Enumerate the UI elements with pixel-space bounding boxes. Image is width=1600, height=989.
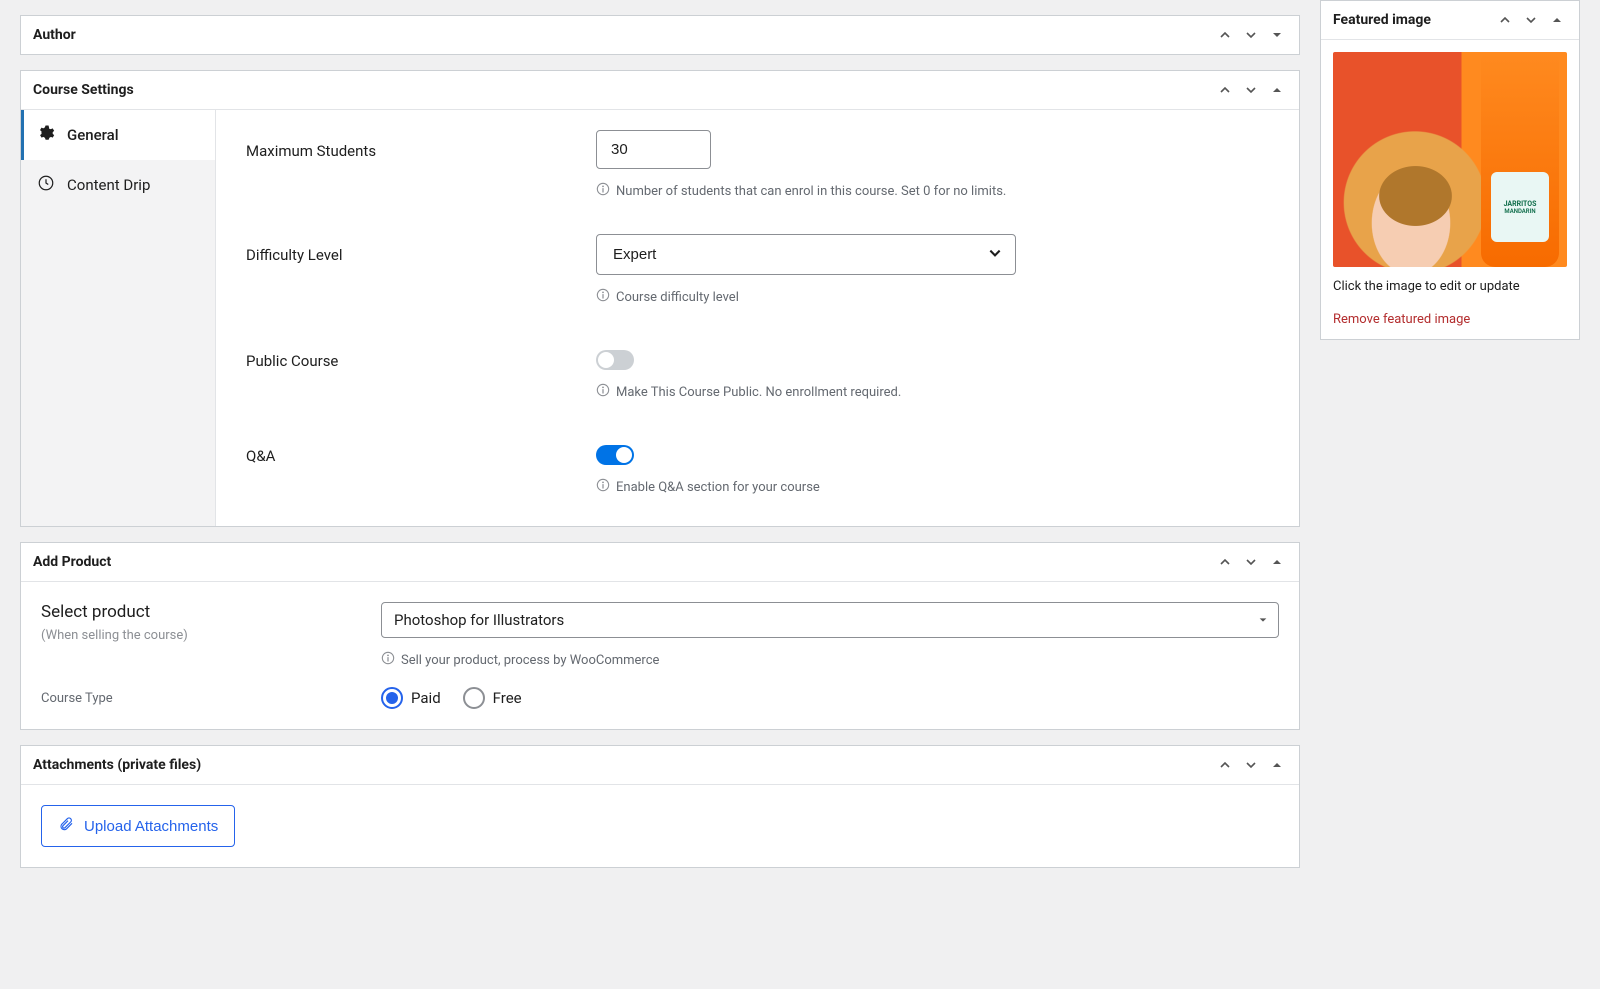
upload-attachments-button[interactable]: Upload Attachments: [41, 805, 235, 847]
toggle-panel-icon[interactable]: [1267, 755, 1287, 775]
info-icon: [596, 383, 610, 401]
move-up-icon[interactable]: [1495, 10, 1515, 30]
difficulty-select[interactable]: Expert: [596, 234, 1016, 275]
clock-icon: [37, 174, 55, 196]
featured-image-panel: Featured image JARRI: [1320, 0, 1580, 340]
field-label: Maximum Students: [246, 130, 566, 160]
settings-tabs: General Content Drip: [21, 110, 216, 526]
move-up-icon[interactable]: [1215, 25, 1235, 45]
move-down-icon[interactable]: [1241, 25, 1261, 45]
caret-down-icon: [1258, 611, 1268, 629]
qa-toggle[interactable]: [596, 445, 634, 465]
select-product-label: Select product: [41, 602, 371, 622]
move-up-icon[interactable]: [1215, 552, 1235, 572]
move-down-icon[interactable]: [1241, 755, 1261, 775]
tab-label: Content Drip: [67, 176, 150, 194]
field-public-course: Public Course Make This Course Public. N…: [246, 340, 1269, 401]
info-icon: [596, 288, 610, 306]
move-down-icon[interactable]: [1521, 10, 1541, 30]
author-panel: Author: [20, 15, 1300, 55]
field-qa: Q&A Enable Q&A section for your course: [246, 435, 1269, 496]
move-up-icon[interactable]: [1215, 755, 1235, 775]
max-students-input[interactable]: [596, 130, 711, 169]
tab-content-drip[interactable]: Content Drip: [21, 160, 215, 210]
course-settings-panel: Course Settings: [20, 70, 1300, 527]
attachments-panel: Attachments (private files): [20, 745, 1300, 868]
help-text: Number of students that can enrol in thi…: [596, 182, 1269, 200]
field-label: Difficulty Level: [246, 234, 566, 264]
panel-controls: [1215, 25, 1287, 45]
gear-icon: [37, 124, 55, 146]
product-select[interactable]: Photoshop for Illustrators: [381, 602, 1279, 638]
help-text: Make This Course Public. No enrollment r…: [596, 383, 1269, 401]
course-type-label: Course Type: [41, 691, 371, 706]
info-icon: [596, 478, 610, 496]
move-down-icon[interactable]: [1241, 80, 1261, 100]
course-settings-title: Course Settings: [33, 82, 134, 98]
move-up-icon[interactable]: [1215, 80, 1235, 100]
featured-image-title: Featured image: [1333, 12, 1431, 28]
field-label: Public Course: [246, 340, 566, 370]
paperclip-icon: [58, 816, 74, 836]
radio-free[interactable]: Free: [463, 687, 522, 709]
help-text: Enable Q&A section for your course: [596, 478, 1269, 496]
help-text: Course difficulty level: [596, 288, 1269, 306]
field-max-students: Maximum Students Number of students that…: [246, 130, 1269, 200]
author-panel-title: Author: [33, 27, 76, 43]
public-course-toggle[interactable]: [596, 350, 634, 370]
panel-controls: [1215, 552, 1287, 572]
field-label: Q&A: [246, 435, 566, 465]
toggle-panel-icon[interactable]: [1267, 552, 1287, 572]
toggle-panel-icon[interactable]: [1267, 25, 1287, 45]
add-product-title: Add Product: [33, 554, 111, 570]
tab-label: General: [67, 126, 119, 144]
tab-general[interactable]: General: [21, 110, 215, 160]
attachments-title: Attachments (private files): [33, 757, 201, 773]
move-down-icon[interactable]: [1241, 552, 1261, 572]
info-icon: [381, 651, 395, 669]
featured-image-thumbnail[interactable]: JARRITOS MANDARIN: [1333, 52, 1567, 267]
help-text: Sell your product, process by WooCommerc…: [381, 651, 1279, 669]
course-type-radio-group: Paid Free: [381, 687, 1279, 709]
panel-controls: [1495, 10, 1567, 30]
info-icon: [596, 182, 610, 200]
panel-controls: [1215, 80, 1287, 100]
featured-image-caption: Click the image to edit or update: [1333, 279, 1567, 294]
field-difficulty: Difficulty Level Expert: [246, 234, 1269, 306]
remove-featured-image-link[interactable]: Remove featured image: [1333, 312, 1470, 327]
toggle-panel-icon[interactable]: [1267, 80, 1287, 100]
radio-paid[interactable]: Paid: [381, 687, 441, 709]
panel-controls: [1215, 755, 1287, 775]
product-select-value: Photoshop for Illustrators: [394, 611, 564, 629]
select-product-sublabel: (When selling the course): [41, 628, 371, 643]
add-product-panel: Add Product Select product: [20, 542, 1300, 730]
toggle-panel-icon[interactable]: [1547, 10, 1567, 30]
